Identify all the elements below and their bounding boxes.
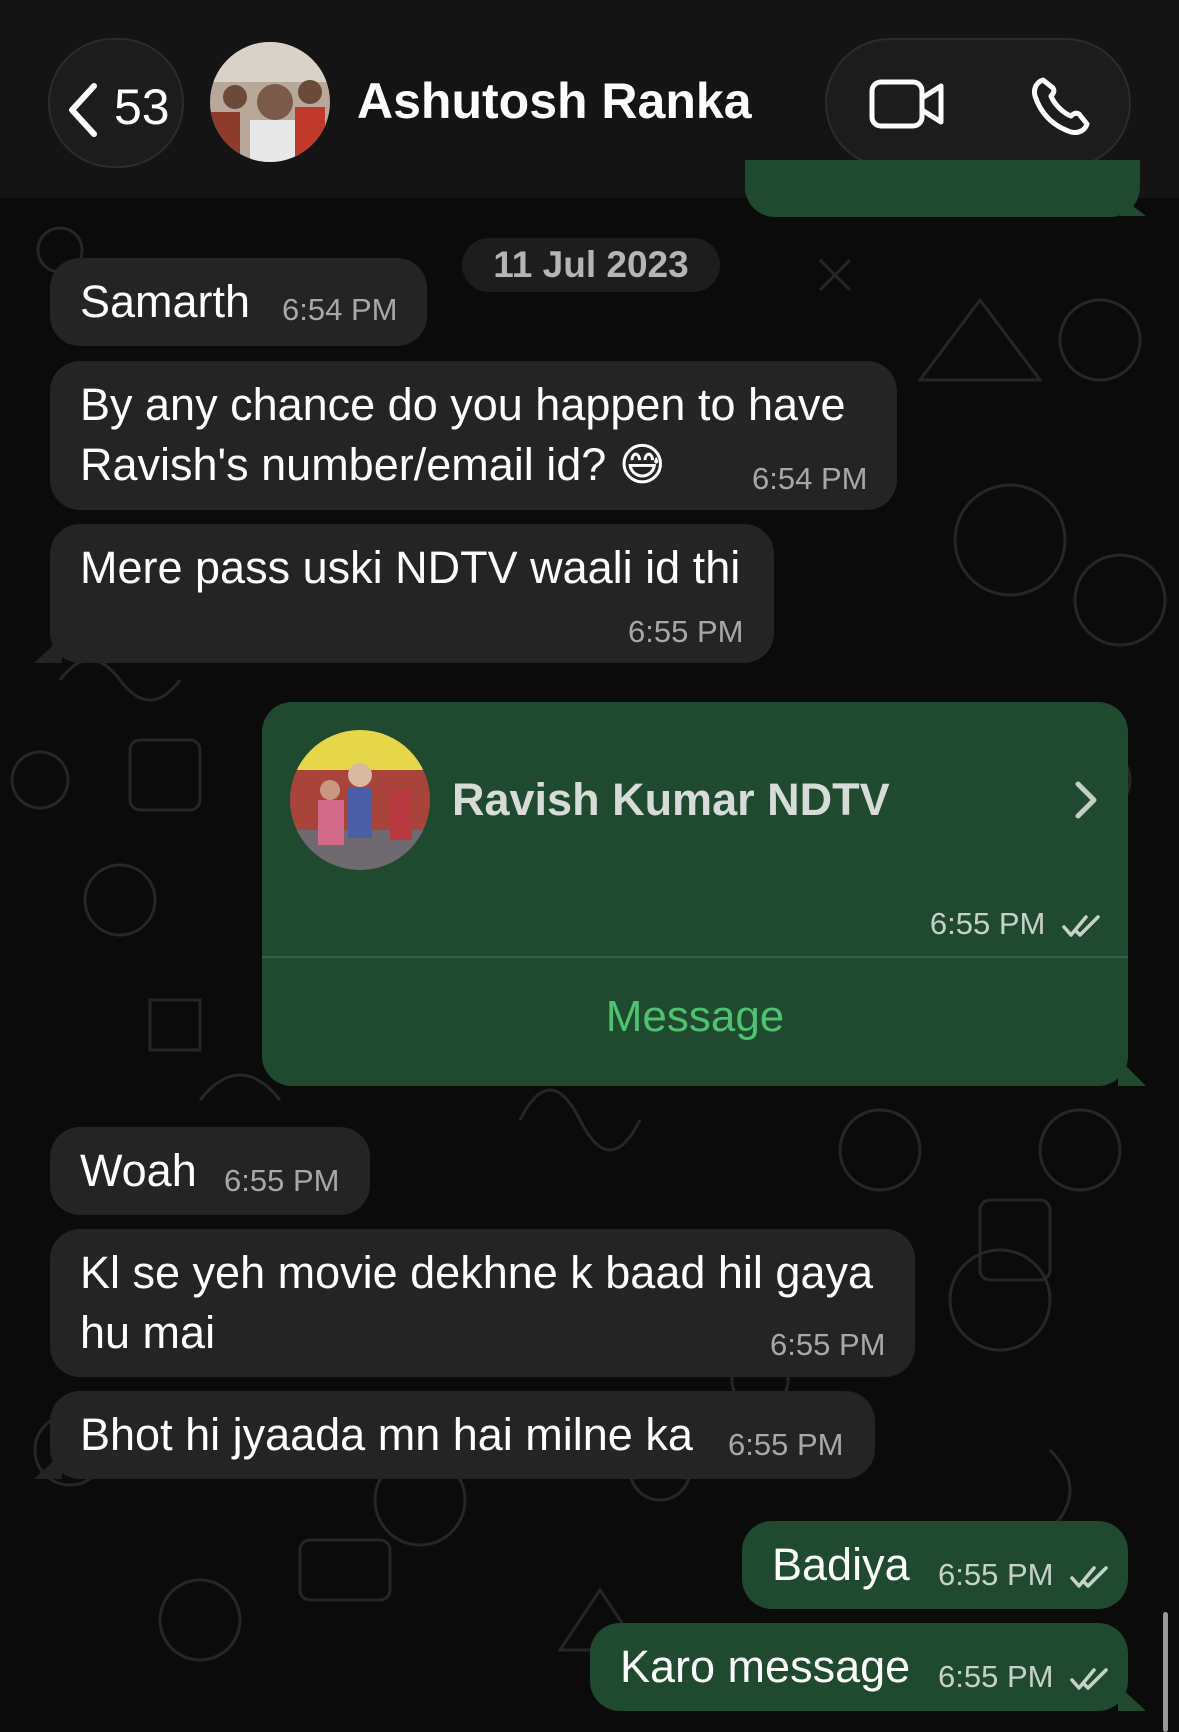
- message-text: Ravish's number/email id? 😅: [80, 439, 666, 490]
- message-time: 6:55 PM: [770, 1327, 886, 1362]
- message-text: Samarth: [80, 276, 251, 327]
- unread-count: 53: [114, 79, 170, 135]
- message-contact-button[interactable]: Message: [262, 992, 1128, 1042]
- incoming-message[interactable]: Bhot hi jyaada mn hai milne ka 6:55 PM: [50, 1391, 875, 1479]
- back-button[interactable]: 53: [48, 38, 184, 168]
- outgoing-message[interactable]: Badiya 6:55 PM: [742, 1521, 1128, 1609]
- incoming-message[interactable]: Kl se yeh movie dekhne k baad hil gaya h…: [50, 1229, 915, 1377]
- message-time: 6:54 PM: [752, 461, 868, 496]
- date-separator: 11 Jul 2023: [462, 238, 720, 292]
- bubble-tail: [34, 1453, 62, 1479]
- message-time-text: 6:55 PM: [929, 906, 1046, 941]
- message-time: 6:55 PM: [938, 1659, 1110, 1695]
- message-text: hu mai: [80, 1307, 216, 1358]
- partial-message-bubble: [745, 160, 1140, 217]
- incoming-message[interactable]: Woah 6:55 PM: [50, 1127, 370, 1215]
- double-check-icon: [1070, 1566, 1108, 1588]
- message-time-text: 6:55 PM: [938, 1659, 1054, 1694]
- incoming-message[interactable]: By any chance do you happen to have Ravi…: [50, 361, 897, 510]
- message-text: Bhot hi jyaada mn hai milne ka: [80, 1409, 693, 1460]
- message-time: 6:55 PM: [224, 1163, 340, 1198]
- contact-card-avatar: [290, 730, 430, 870]
- message-time: 6:55 PM: [728, 1427, 844, 1462]
- call-actions: [825, 38, 1131, 168]
- message-time: 6:55 PM: [628, 614, 744, 649]
- contact-name[interactable]: Ashutosh Ranka: [357, 72, 752, 130]
- message-text: Badiya: [772, 1539, 910, 1590]
- message-time: 6:55 PM: [938, 1557, 1110, 1593]
- incoming-message[interactable]: Samarth 6:54 PM: [50, 258, 427, 346]
- chevron-right-icon[interactable]: [1074, 780, 1098, 820]
- message-time-text: 6:55 PM: [938, 1557, 1054, 1592]
- video-camera-icon[interactable]: [869, 78, 945, 130]
- double-check-icon: [1070, 1668, 1108, 1690]
- double-check-icon: [1062, 915, 1100, 937]
- message-time: 6:55 PM: [930, 906, 1102, 942]
- message-text: Kl se yeh movie dekhne k baad hil gaya: [80, 1247, 873, 1298]
- message-text: Woah: [80, 1145, 197, 1196]
- bubble-tail: [34, 637, 62, 663]
- chevron-left-icon: [69, 83, 97, 137]
- message-text: By any chance do you happen to have: [80, 379, 846, 430]
- outgoing-message[interactable]: Karo message 6:55 PM: [590, 1623, 1128, 1711]
- bubble-tail: [1118, 1058, 1146, 1086]
- shared-contact-card[interactable]: Ravish Kumar NDTV 6:55 PM Message: [262, 702, 1128, 1086]
- card-divider: [262, 956, 1128, 958]
- message-time: 6:54 PM: [282, 292, 398, 327]
- phone-icon[interactable]: [1029, 76, 1091, 138]
- scrollbar[interactable]: [1163, 1612, 1168, 1732]
- avatar[interactable]: [210, 42, 330, 162]
- contact-card-name: Ravish Kumar NDTV: [452, 774, 890, 825]
- bubble-tail: [1120, 196, 1146, 216]
- message-text: Mere pass uski NDTV waali id thi: [80, 542, 741, 593]
- message-text: Karo message: [620, 1641, 911, 1692]
- incoming-message[interactable]: Mere pass uski NDTV waali id thi 6:55 PM: [50, 524, 774, 663]
- bubble-tail: [1118, 1685, 1146, 1711]
